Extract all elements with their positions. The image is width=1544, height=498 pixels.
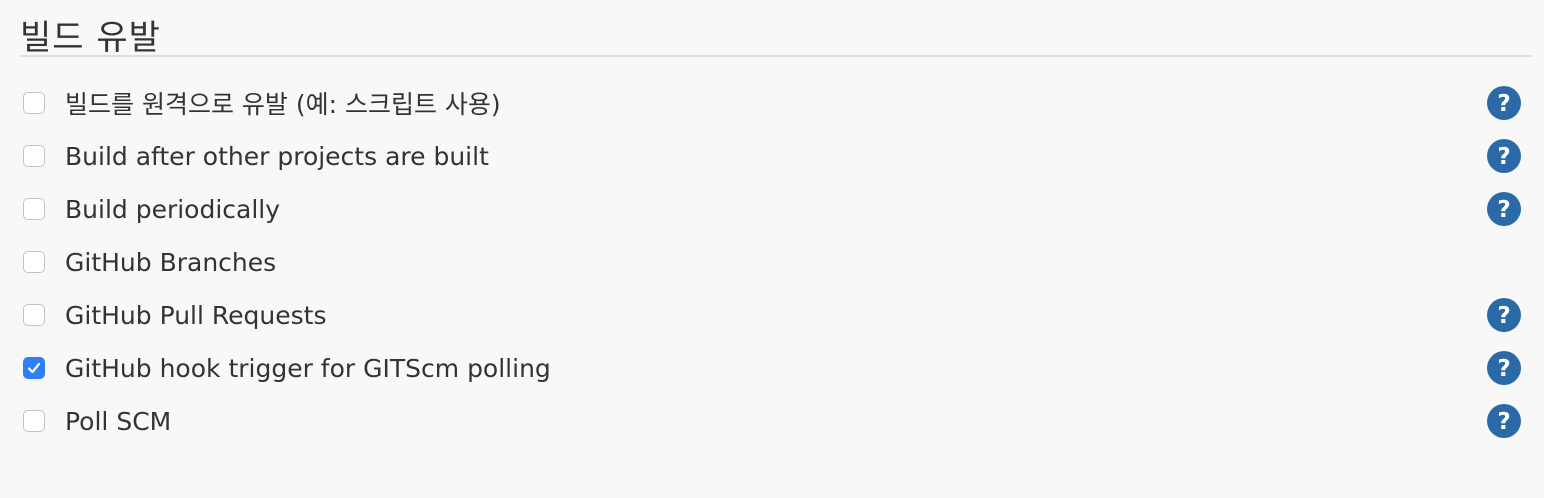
svg-text:?: ? [1497, 409, 1510, 435]
build-periodically-label[interactable]: Build periodically [65, 195, 280, 224]
build-periodically-checkbox[interactable] [23, 198, 45, 220]
svg-text:?: ? [1497, 144, 1510, 170]
question-circle-icon[interactable]: ? [1487, 86, 1521, 120]
poll-scm-label[interactable]: Poll SCM [65, 407, 171, 436]
option-poll-scm: Poll SCM ? [20, 401, 1531, 441]
github-hook-trigger-checkbox[interactable] [23, 357, 45, 379]
trigger-remotely-checkbox[interactable] [23, 92, 45, 114]
question-circle-icon[interactable]: ? [1487, 139, 1521, 173]
option-github-pull-requests: GitHub Pull Requests ? [20, 295, 1531, 335]
svg-text:?: ? [1497, 197, 1510, 223]
question-circle-icon[interactable]: ? [1487, 192, 1521, 226]
poll-scm-checkbox[interactable] [23, 410, 45, 432]
section-title: 빌드 유발 [20, 18, 161, 58]
option-trigger-remotely: 빌드를 원격으로 유발 (예: 스크립트 사용) ? [20, 83, 1531, 123]
option-github-branches: GitHub Branches [20, 242, 1531, 282]
build-triggers-section: 빌드 유발 빌드를 원격으로 유발 (예: 스크립트 사용) ? Build a… [20, 0, 1531, 438]
github-branches-checkbox[interactable] [23, 251, 45, 273]
github-branches-label[interactable]: GitHub Branches [65, 248, 276, 277]
svg-text:?: ? [1497, 303, 1510, 329]
build-after-other-projects-label[interactable]: Build after other projects are built [65, 142, 489, 171]
question-circle-icon[interactable]: ? [1487, 298, 1521, 332]
build-after-other-projects-checkbox[interactable] [23, 145, 45, 167]
option-github-hook-trigger: GitHub hook trigger for GITScm polling ? [20, 348, 1531, 388]
question-circle-icon[interactable]: ? [1487, 404, 1521, 438]
svg-text:?: ? [1497, 356, 1510, 382]
option-build-periodically: Build periodically ? [20, 189, 1531, 229]
github-pull-requests-checkbox[interactable] [23, 304, 45, 326]
svg-text:?: ? [1497, 91, 1510, 117]
github-hook-trigger-label[interactable]: GitHub hook trigger for GITScm polling [65, 354, 551, 383]
section-divider [20, 55, 1531, 57]
question-circle-icon[interactable]: ? [1487, 351, 1521, 385]
checkmark-icon [27, 362, 41, 374]
trigger-remotely-label[interactable]: 빌드를 원격으로 유발 (예: 스크립트 사용) [65, 85, 501, 121]
option-build-after-other-projects: Build after other projects are built ? [20, 136, 1531, 176]
github-pull-requests-label[interactable]: GitHub Pull Requests [65, 301, 326, 330]
